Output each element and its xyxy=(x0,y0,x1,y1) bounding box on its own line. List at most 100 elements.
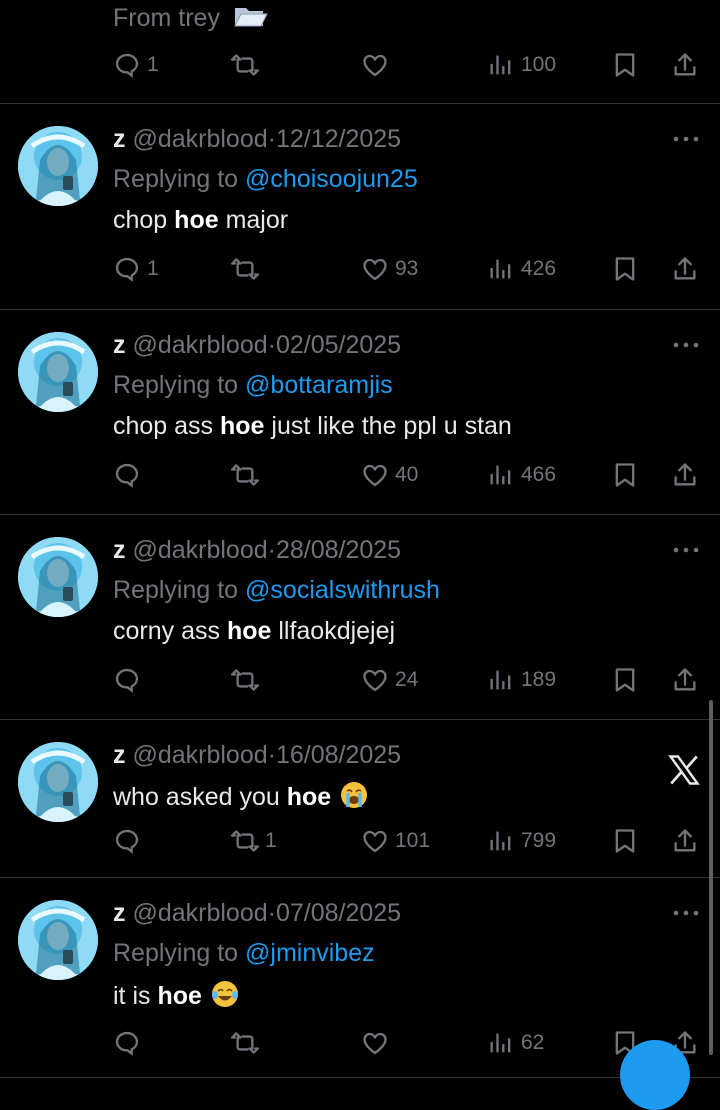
tweet-text-bold: hoe xyxy=(174,206,219,234)
share-button[interactable] xyxy=(671,48,699,82)
retweet-count: 1 xyxy=(265,829,277,852)
bookmark-icon xyxy=(615,829,635,853)
more-icon[interactable] xyxy=(670,908,702,918)
views-count: 426 xyxy=(521,257,557,280)
share-button[interactable] xyxy=(671,824,699,858)
tweet[interactable]: z @dakrblood·07/08/2025 Replying to @jmi… xyxy=(0,878,720,1078)
share-icon xyxy=(674,829,696,852)
reply-to-handle[interactable]: @socialswithrush xyxy=(245,576,440,604)
reply-to-handle[interactable]: @jminvibez xyxy=(245,939,375,967)
share-button[interactable] xyxy=(671,458,699,492)
tweet[interactable]: z @dakrblood·16/08/2025 who asked you ho… xyxy=(0,720,720,878)
views-button[interactable]: 799 xyxy=(487,824,556,858)
replying-to: Replying to @jminvibez xyxy=(113,938,375,968)
tears-of-joy-emoji xyxy=(211,981,238,1007)
like-button[interactable] xyxy=(361,48,395,82)
views-icon xyxy=(490,465,511,485)
tweet-partial[interactable]: From trey 1 100 xyxy=(0,0,720,104)
reply-button[interactable]: 1 xyxy=(113,48,159,82)
display-name[interactable]: z xyxy=(113,536,126,564)
reply-button[interactable] xyxy=(113,458,147,492)
reply-button[interactable] xyxy=(113,663,147,697)
tweet-text-before: chop ass xyxy=(113,412,221,440)
display-name[interactable]: z xyxy=(113,899,126,927)
open-folder-icon xyxy=(234,8,268,27)
more-icon[interactable] xyxy=(670,545,702,555)
avatar[interactable] xyxy=(18,742,98,822)
display-name[interactable]: z xyxy=(113,125,126,153)
tweet[interactable]: z @dakrblood·02/05/2025 Replying to @bot… xyxy=(0,310,720,515)
bookmark-button[interactable] xyxy=(611,458,639,492)
heart-icon xyxy=(363,1032,387,1055)
avatar[interactable] xyxy=(18,900,98,980)
retweet-icon xyxy=(231,464,259,486)
tweet-text-after: just like the ppl u stan xyxy=(264,412,512,440)
reply-icon xyxy=(115,463,139,488)
bookmark-button[interactable] xyxy=(611,48,639,82)
avatar[interactable] xyxy=(18,537,98,617)
tweet-date[interactable]: 28/08/2025 xyxy=(276,536,401,564)
tweet-text-before: who asked you xyxy=(113,783,287,811)
avatar-image xyxy=(18,742,98,822)
like-button[interactable]: 24 xyxy=(361,663,418,697)
reply-to-handle[interactable]: @choisoojun25 xyxy=(245,165,418,193)
retweet-button[interactable]: 1 xyxy=(231,824,277,858)
like-button[interactable]: 101 xyxy=(361,824,430,858)
reply-button[interactable]: 1 xyxy=(113,252,159,286)
retweet-button[interactable] xyxy=(231,458,265,492)
user-handle[interactable]: @dakrblood xyxy=(132,899,267,927)
tweet[interactable]: z @dakrblood·12/12/2025 Replying to @cho… xyxy=(0,104,720,310)
display-name[interactable]: z xyxy=(113,741,126,769)
more-icon[interactable] xyxy=(670,134,702,144)
like-count: 40 xyxy=(395,463,419,486)
reply-to-handle[interactable]: @bottaramjis xyxy=(245,371,393,399)
views-button[interactable]: 100 xyxy=(487,48,556,82)
tweet-text-before: it is xyxy=(113,982,158,1010)
tweet-date[interactable]: 07/08/2025 xyxy=(276,899,401,927)
avatar[interactable] xyxy=(18,332,98,412)
heart-icon xyxy=(363,464,387,487)
user-handle[interactable]: @dakrblood xyxy=(132,741,267,769)
like-button[interactable]: 93 xyxy=(361,252,418,286)
separator-dot: · xyxy=(267,741,276,769)
share-button[interactable] xyxy=(671,663,699,697)
tweet-text-content: From trey xyxy=(113,4,220,32)
reply-icon xyxy=(115,257,139,282)
bookmark-button[interactable] xyxy=(611,663,639,697)
more-icon[interactable] xyxy=(670,340,702,350)
tweet-text: it is hoe xyxy=(113,979,240,1011)
bookmark-button[interactable] xyxy=(611,824,639,858)
share-button[interactable] xyxy=(671,252,699,286)
avatar[interactable] xyxy=(18,126,98,206)
views-icon xyxy=(490,831,511,851)
tweet-header: z @dakrblood·16/08/2025 xyxy=(113,740,401,770)
views-count: 799 xyxy=(521,829,557,852)
user-handle[interactable]: @dakrblood xyxy=(132,125,267,153)
tweet-date[interactable]: 16/08/2025 xyxy=(276,741,401,769)
views-count: 189 xyxy=(521,668,557,691)
tweet-date[interactable]: 02/05/2025 xyxy=(276,331,401,359)
retweet-button[interactable] xyxy=(231,48,265,82)
tweet-text: From trey xyxy=(113,4,269,33)
tweet[interactable]: z @dakrblood·28/08/2025 Replying to @soc… xyxy=(0,515,720,720)
timeline: From trey 1 100 z @dakrblood·12/12/2025 xyxy=(0,0,720,1078)
display-name[interactable]: z xyxy=(113,331,126,359)
views-icon xyxy=(490,55,511,75)
tweet-actions: 40 466 xyxy=(113,458,708,492)
tweet-actions: 1 93 426 xyxy=(113,252,708,286)
tweet-header: z @dakrblood·07/08/2025 xyxy=(113,898,401,928)
retweet-button[interactable] xyxy=(231,663,265,697)
retweet-button[interactable] xyxy=(231,252,265,286)
scrollbar[interactable] xyxy=(709,700,713,1055)
compose-button[interactable] xyxy=(620,1040,690,1110)
tweet-date[interactable]: 12/12/2025 xyxy=(276,125,401,153)
views-button[interactable]: 466 xyxy=(487,458,556,492)
like-button[interactable]: 40 xyxy=(361,458,418,492)
bookmark-button[interactable] xyxy=(611,252,639,286)
user-handle[interactable]: @dakrblood xyxy=(132,536,267,564)
reply-button[interactable] xyxy=(113,824,147,858)
user-handle[interactable]: @dakrblood xyxy=(132,331,267,359)
views-icon xyxy=(490,259,511,279)
views-button[interactable]: 189 xyxy=(487,663,556,697)
views-button[interactable]: 426 xyxy=(487,252,556,286)
